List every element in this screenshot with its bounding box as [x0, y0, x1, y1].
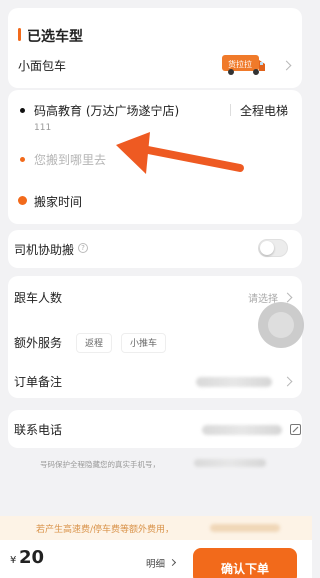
- remarks-label: 订单备注: [14, 375, 63, 389]
- follow-label: 跟车人数: [14, 291, 63, 305]
- edit-icon[interactable]: [290, 424, 301, 435]
- contact-label: 联系电话: [14, 423, 63, 437]
- fee-notice-blurred: [210, 524, 280, 532]
- van-badge-text: 货拉拉: [228, 59, 252, 69]
- scroll-handle[interactable]: [258, 302, 304, 348]
- destination-dot-icon: [20, 157, 25, 162]
- remarks-chevron-icon: [282, 376, 293, 387]
- price-value: 20: [19, 547, 45, 568]
- confirm-order-label: 确认下单: [220, 562, 269, 576]
- driver-help-row: 司机协助搬 ?: [8, 230, 302, 268]
- fee-notice-bar: 若产生高速费/停车费等额外费用，: [0, 516, 312, 540]
- origin-dot-icon: [20, 108, 25, 113]
- fee-notice-text: 若产生高速费/停车费等额外费用，: [36, 525, 175, 535]
- price-detail-chevron-icon: [168, 558, 177, 567]
- remarks-value[interactable]: [196, 377, 272, 387]
- extra-chip-return[interactable]: 返程: [76, 333, 113, 353]
- contact-phone[interactable]: [202, 425, 282, 435]
- vehicle-type-row[interactable]: 小面包车 货拉拉: [8, 44, 302, 88]
- address-card: 码高教育 (万达广场遂宁店) 全程电梯 111 您搬到哪里去 搬家时间: [8, 90, 302, 224]
- question-circle-icon[interactable]: ?: [78, 243, 88, 253]
- contact-row: 联系电话: [8, 410, 302, 448]
- vehicle-chevron-icon: [281, 60, 292, 71]
- follow-chevron-icon: [282, 292, 293, 303]
- privacy-note-blurred: [194, 459, 266, 467]
- scroll-handle-inner: [268, 312, 294, 338]
- origin-service[interactable]: 全程电梯: [240, 102, 288, 119]
- selected-vehicle-title: 已选车型: [18, 26, 83, 46]
- origin-name[interactable]: 码高教育 (万达广场遂宁店): [34, 102, 179, 119]
- move-time-label[interactable]: 搬家时间: [34, 193, 82, 210]
- price-detail-link[interactable]: 明细: [146, 556, 165, 570]
- destination-input[interactable]: 您搬到哪里去: [34, 151, 106, 168]
- driver-help-label: 司机协助搬: [14, 243, 75, 257]
- footer-bar: ¥ 20 明细 确认下单: [0, 540, 312, 578]
- privacy-note: 号码保护全程隐藏您的真实手机号，: [40, 460, 160, 469]
- vehicle-type-label: 小面包车: [18, 59, 67, 73]
- options-card: 跟车人数 请选择 额外服务 返程 小推车 订单备注: [8, 276, 302, 398]
- extra-chip-cart[interactable]: 小推车: [121, 333, 167, 353]
- price-currency: ¥: [10, 555, 17, 566]
- extra-service-label: 额外服务: [14, 336, 63, 350]
- origin-divider: [230, 104, 231, 116]
- van-icon: 货拉拉: [222, 55, 265, 75]
- driver-help-toggle[interactable]: [258, 239, 288, 257]
- origin-detail: 111: [34, 123, 52, 133]
- confirm-order-button[interactable]: 确认下单: [193, 548, 297, 578]
- clock-icon: [18, 196, 27, 205]
